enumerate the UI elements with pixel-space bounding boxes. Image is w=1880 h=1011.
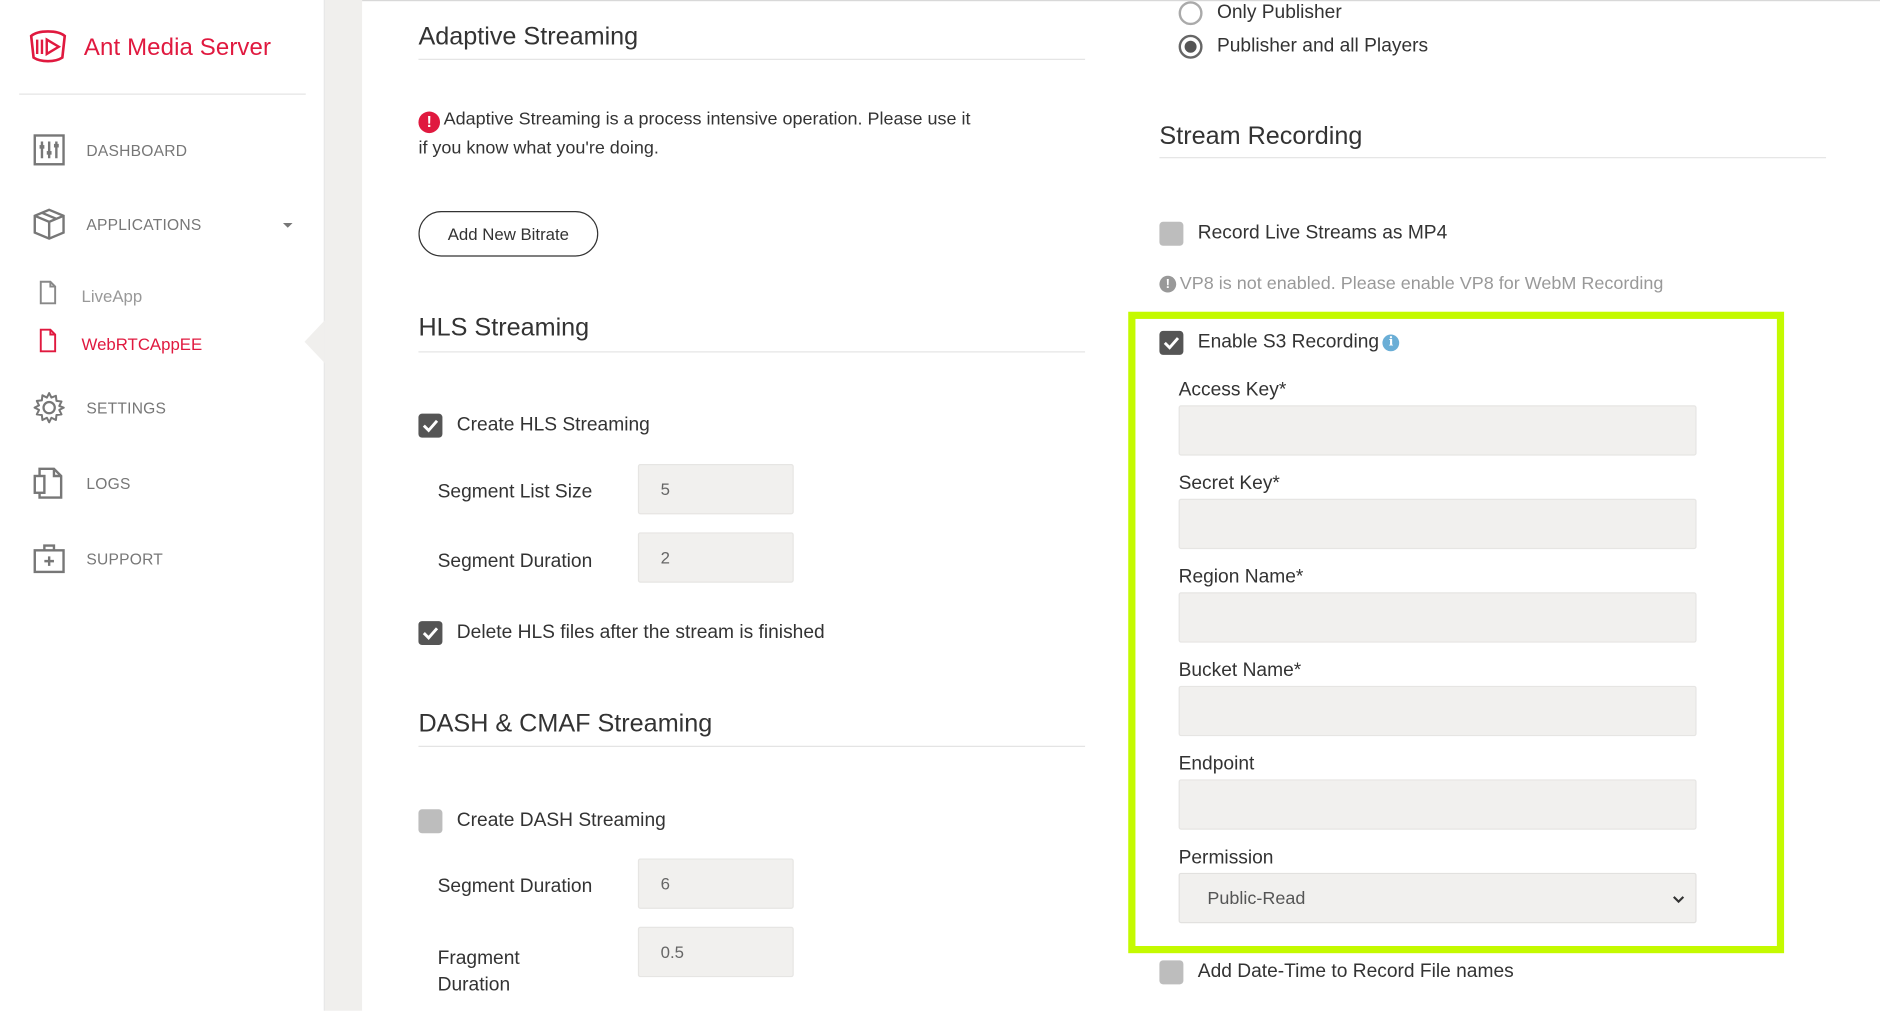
radio-dot: [1184, 40, 1197, 53]
chevron-down-icon: [1671, 891, 1685, 911]
ant-media-logo-icon: [26, 26, 69, 70]
delete-hls-checkbox-row[interactable]: Delete HLS files after the stream is fin…: [418, 621, 825, 646]
sidebar: Ant Media Server DASHBOARD APPLICATIONS …: [0, 0, 325, 1011]
adaptive-title: Adaptive Streaming: [418, 22, 639, 51]
vp8-note-text: VP8 is not enabled. Please enable VP8 fo…: [1179, 273, 1664, 294]
fragment-duration-label-line2: Duration: [437, 974, 511, 996]
segment-list-size-label: Segment List Size: [437, 481, 593, 503]
access-key-input[interactable]: [1178, 405, 1697, 456]
dash-segment-duration-label: Segment Duration: [437, 876, 593, 897]
app-item-label: LiveApp: [81, 285, 143, 306]
bucket-name-label: Bucket Name*: [1178, 660, 1302, 682]
nav-settings[interactable]: SETTINGS: [31, 390, 166, 426]
nav-applications[interactable]: APPLICATIONS: [31, 206, 201, 242]
endpoint-input[interactable]: [1178, 779, 1697, 830]
info-icon[interactable]: i: [1382, 334, 1400, 352]
checkbox[interactable]: [418, 621, 443, 646]
add-new-bitrate-button[interactable]: Add New Bitrate: [418, 211, 599, 257]
brand-name: Ant Media Server: [83, 34, 272, 62]
chevron-down-icon[interactable]: [282, 223, 293, 228]
file-icon: [38, 328, 57, 359]
file-icon: [38, 280, 57, 311]
bucket-name-input[interactable]: [1178, 685, 1697, 737]
nav-dashboard[interactable]: DASHBOARD: [31, 132, 187, 168]
divider: [418, 351, 1086, 353]
enable-s3-checkbox-row[interactable]: Enable S3 Recording i: [1159, 330, 1400, 355]
adaptive-warning: ! Adaptive Streaming is a process intensi…: [418, 106, 982, 164]
datetime-label: Add Date-Time to Record File names: [1197, 961, 1514, 982]
app-item-liveapp[interactable]: LiveApp: [38, 280, 143, 311]
region-name-input[interactable]: [1178, 592, 1697, 643]
fragment-duration-label: Fragment Duration: [438, 946, 520, 999]
radio-button[interactable]: [1178, 34, 1203, 59]
delete-hls-label: Delete HLS files after the stream is fin…: [456, 622, 825, 643]
secret-key-label: Secret Key*: [1178, 473, 1280, 494]
divider: [418, 58, 1086, 60]
adaptive-warning-text: Adaptive Streaming is a process intensiv…: [418, 109, 971, 159]
fragment-duration-input[interactable]: [637, 926, 794, 978]
nav-support[interactable]: SUPPORT: [31, 541, 163, 577]
nav-logs[interactable]: LOGS: [31, 465, 130, 501]
dash-segment-duration-input[interactable]: [637, 858, 794, 909]
gear-icon: [31, 390, 67, 426]
checkbox[interactable]: [418, 809, 443, 834]
publisher-players-radio-row[interactable]: Publisher and all Players: [1178, 34, 1429, 59]
radio-button[interactable]: [1178, 1, 1203, 26]
divider: [362, 0, 1880, 2]
create-dash-label: Create DASH Streaming: [456, 810, 666, 831]
create-hls-checkbox-row[interactable]: Create HLS Streaming: [418, 413, 650, 438]
divider: [19, 93, 306, 95]
first-aid-icon: [31, 541, 67, 577]
publisher-players-label: Publisher and all Players: [1216, 35, 1429, 57]
alert-icon: !: [418, 111, 441, 134]
permission-selected-value: Public-Read: [1207, 887, 1306, 909]
region-name-label: Region Name*: [1178, 567, 1304, 588]
fragment-duration-label-line1: Fragment: [437, 948, 520, 969]
brand[interactable]: Ant Media Server: [26, 26, 271, 70]
create-dash-checkbox-row[interactable]: Create DASH Streaming: [418, 809, 666, 834]
endpoint-label: Endpoint: [1178, 754, 1255, 775]
dash-title: DASH & CMAF Streaming: [418, 709, 713, 738]
only-publisher-radio-row[interactable]: Only Publisher: [1178, 1, 1342, 26]
stream-recording-title: Stream Recording: [1159, 122, 1363, 150]
record-mp4-checkbox-row[interactable]: Record Live Streams as MP4: [1159, 221, 1448, 246]
datetime-checkbox-row[interactable]: Add Date-Time to Record File names: [1159, 960, 1514, 985]
nav-logs-label: LOGS: [86, 474, 131, 493]
checkbox[interactable]: [418, 413, 443, 438]
secret-key-input[interactable]: [1178, 498, 1697, 550]
vp8-note: ! VP8 is not enabled. Please enable VP8 f…: [1159, 273, 1664, 294]
nav-settings-label: SETTINGS: [86, 398, 167, 417]
app-item-webrtcappee[interactable]: WebRTCAppEE: [38, 328, 203, 359]
record-mp4-label: Record Live Streams as MP4: [1197, 223, 1448, 244]
access-key-label: Access Key*: [1178, 380, 1287, 401]
enable-s3-label: Enable S3 Recording: [1197, 332, 1380, 353]
logs-icon: [31, 465, 67, 501]
checkbox[interactable]: [1159, 221, 1184, 246]
create-hls-label: Create HLS Streaming: [456, 414, 650, 436]
divider: [1159, 157, 1827, 159]
hls-segment-duration-label: Segment Duration: [437, 551, 593, 572]
nav-support-label: SUPPORT: [86, 549, 164, 568]
hls-title: HLS Streaming: [418, 314, 590, 342]
checkbox[interactable]: [1159, 330, 1184, 355]
hls-segment-duration-input[interactable]: [637, 532, 794, 583]
segment-list-size-input[interactable]: [637, 464, 794, 515]
divider: [418, 745, 1086, 747]
permission-select[interactable]: Public-Read: [1178, 872, 1697, 924]
checkbox[interactable]: [1159, 960, 1184, 985]
gutter: [324, 0, 363, 1011]
app-item-label: WebRTCAppEE: [81, 333, 203, 354]
nav-dashboard-label: DASHBOARD: [86, 140, 188, 159]
box-icon: [31, 206, 67, 242]
permission-label: Permission: [1178, 847, 1274, 869]
alert-icon: !: [1159, 275, 1177, 292]
dashboard-icon: [31, 132, 67, 168]
active-indicator: [304, 320, 325, 364]
only-publisher-label: Only Publisher: [1216, 2, 1342, 23]
nav-applications-label: APPLICATIONS: [86, 215, 202, 234]
